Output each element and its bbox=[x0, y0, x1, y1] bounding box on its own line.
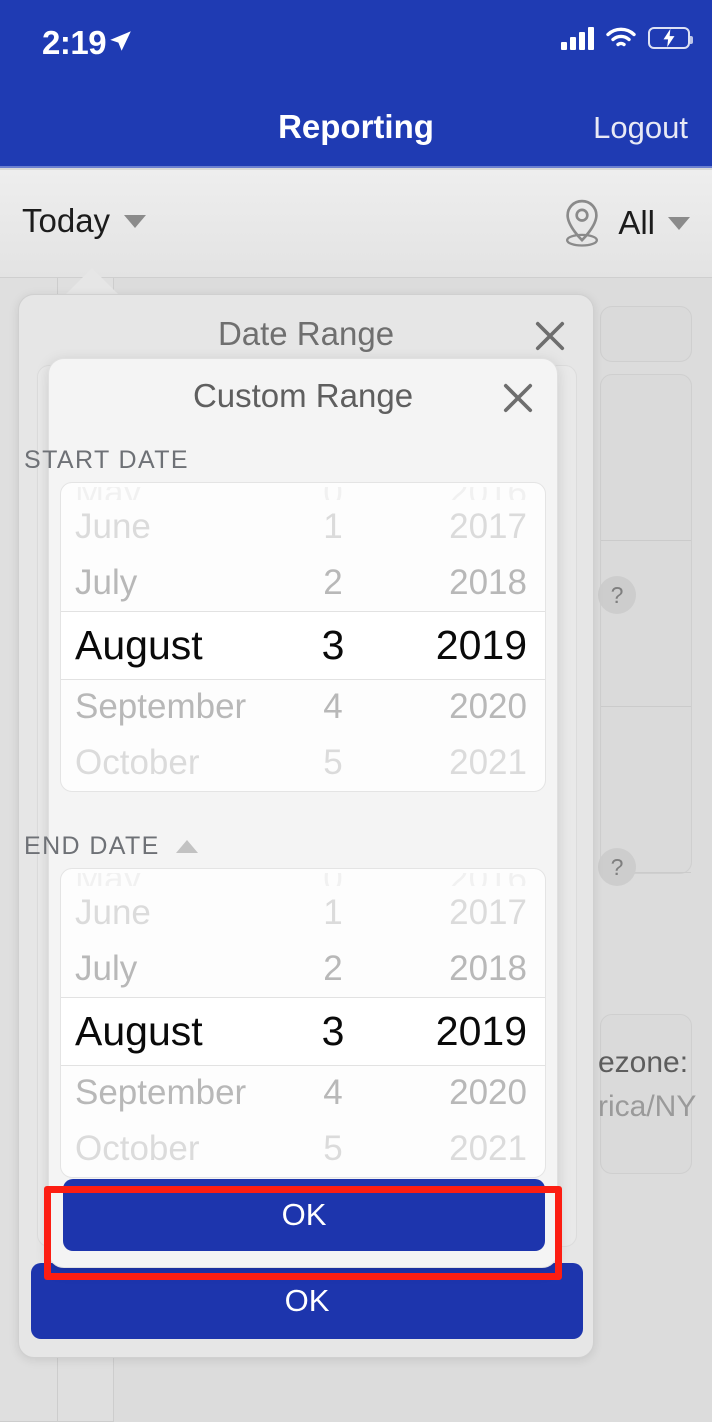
picker-day-cell: 5 bbox=[323, 1129, 343, 1169]
picker-year-cell: 2019 bbox=[435, 621, 527, 668]
picker-row[interactable]: June 1 2017 bbox=[61, 500, 545, 556]
picker-month-cell: July bbox=[75, 949, 138, 989]
caret-down-icon bbox=[124, 214, 147, 228]
picker-month-cell: September bbox=[75, 687, 247, 727]
help-badge[interactable]: ? bbox=[598, 576, 636, 614]
picker-year-cell: 2019 bbox=[435, 1007, 527, 1054]
picker-month-cell: October bbox=[75, 1129, 200, 1169]
filter-toolbar: Today All bbox=[0, 170, 712, 278]
picker-month-cell: June bbox=[75, 507, 151, 547]
background-timezone-label: ezone: bbox=[598, 1046, 689, 1079]
picker-row[interactable]: July 2 2018 bbox=[61, 941, 545, 997]
picker-row[interactable]: September 4 2020 bbox=[61, 680, 545, 736]
custom-range-ok-button[interactable]: OK bbox=[63, 1179, 545, 1251]
status-time: 2:19 bbox=[42, 24, 107, 61]
map-pin-icon bbox=[566, 199, 599, 247]
picker-month-cell: May bbox=[75, 487, 285, 500]
picker-row[interactable]: September 4 2020 bbox=[61, 1066, 545, 1122]
picker-day-cell: 5 bbox=[323, 743, 343, 783]
date-filter-dropdown[interactable]: Today bbox=[22, 202, 147, 240]
picker-day-cell: 3 bbox=[321, 621, 345, 668]
picker-year-cell: 2017 bbox=[449, 893, 527, 933]
close-x-icon[interactable] bbox=[497, 377, 539, 419]
picker-year-cell: 2018 bbox=[449, 563, 527, 603]
picker-day-cell: 4 bbox=[323, 687, 343, 727]
picker-month-cell: May bbox=[75, 873, 285, 886]
end-date-label: END DATE bbox=[24, 832, 160, 860]
picker-month-cell: October bbox=[75, 743, 200, 783]
picker-year-cell: 2021 bbox=[449, 743, 527, 783]
status-bar: 2:19 bbox=[0, 0, 712, 88]
navigation-bar: Reporting Logout bbox=[0, 88, 712, 168]
end-date-label-group[interactable]: END DATE bbox=[24, 832, 198, 861]
location-arrow-icon bbox=[110, 31, 131, 51]
app-screen: 2:19 Reporting Logout Today All ? ? ezon… bbox=[0, 0, 712, 1422]
picker-month-cell: August bbox=[75, 621, 203, 668]
picker-day-cell: 0 bbox=[285, 873, 381, 886]
picker-day-cell: 0 bbox=[285, 487, 381, 500]
status-indicators bbox=[561, 26, 693, 50]
date-range-title: Date Range bbox=[217, 315, 395, 352]
picker-row[interactable]: May02016 bbox=[61, 487, 545, 500]
end-date-picker[interactable]: May02016 June 1 2017 July 2 2018 August 3 2019 Sep… bbox=[60, 868, 546, 1178]
picker-day-cell: 4 bbox=[323, 1073, 343, 1113]
start-date-picker[interactable]: May02016 June 1 2017 July 2 2018 August 3 2019 Sep… bbox=[60, 482, 546, 792]
cellular-signal-icon bbox=[561, 26, 594, 50]
picker-month-cell: August bbox=[75, 1007, 203, 1054]
picker-row[interactable]: October 5 2021 bbox=[61, 1121, 545, 1177]
picker-row-selected[interactable]: August 3 2019 bbox=[61, 997, 545, 1066]
battery-charging-icon bbox=[648, 27, 693, 49]
close-x-icon[interactable] bbox=[529, 315, 571, 357]
picker-row[interactable]: July 2 2018 bbox=[61, 555, 545, 611]
picker-month-cell: June bbox=[75, 893, 151, 933]
picker-day-cell: 1 bbox=[323, 507, 343, 547]
picker-year-cell: 2018 bbox=[449, 949, 527, 989]
logout-button[interactable]: Logout bbox=[593, 110, 688, 146]
popover-arrow bbox=[66, 268, 118, 294]
help-badge[interactable]: ? bbox=[598, 848, 636, 886]
picker-row-selected[interactable]: August 3 2019 bbox=[61, 611, 545, 680]
triangle-up-icon bbox=[175, 840, 198, 853]
location-filter-dropdown[interactable]: All bbox=[559, 198, 690, 248]
date-range-ok-button[interactable]: OK bbox=[31, 1263, 583, 1339]
picker-year-cell: 2020 bbox=[449, 687, 527, 727]
picker-day-cell: 2 bbox=[323, 563, 343, 603]
picker-day-cell: 3 bbox=[321, 1007, 345, 1054]
start-date-label: START DATE bbox=[24, 446, 189, 474]
wifi-icon bbox=[606, 27, 636, 47]
picker-year-cell: 2017 bbox=[449, 507, 527, 547]
picker-year-cell: 2020 bbox=[449, 1073, 527, 1113]
picker-day-cell: 2 bbox=[323, 949, 343, 989]
picker-day-cell: 1 bbox=[323, 893, 343, 933]
picker-row[interactable]: October 5 2021 bbox=[61, 735, 545, 791]
picker-month-cell: September bbox=[75, 1073, 247, 1113]
background-card bbox=[600, 306, 692, 362]
background-card bbox=[600, 374, 692, 874]
picker-year-cell: 2016 bbox=[381, 487, 531, 500]
picker-row[interactable]: May02016 bbox=[61, 873, 545, 886]
picker-month-cell: July bbox=[75, 563, 138, 603]
date-filter-label: Today bbox=[22, 202, 111, 239]
location-filter-label: All bbox=[618, 204, 655, 241]
caret-down-icon bbox=[668, 216, 690, 230]
picker-year-cell: 2021 bbox=[449, 1129, 527, 1169]
background-timezone-value: rica/NY bbox=[598, 1090, 697, 1123]
custom-range-title: Custom Range bbox=[192, 377, 414, 414]
picker-year-cell: 2016 bbox=[381, 873, 531, 886]
picker-row[interactable]: June 1 2017 bbox=[61, 886, 545, 942]
